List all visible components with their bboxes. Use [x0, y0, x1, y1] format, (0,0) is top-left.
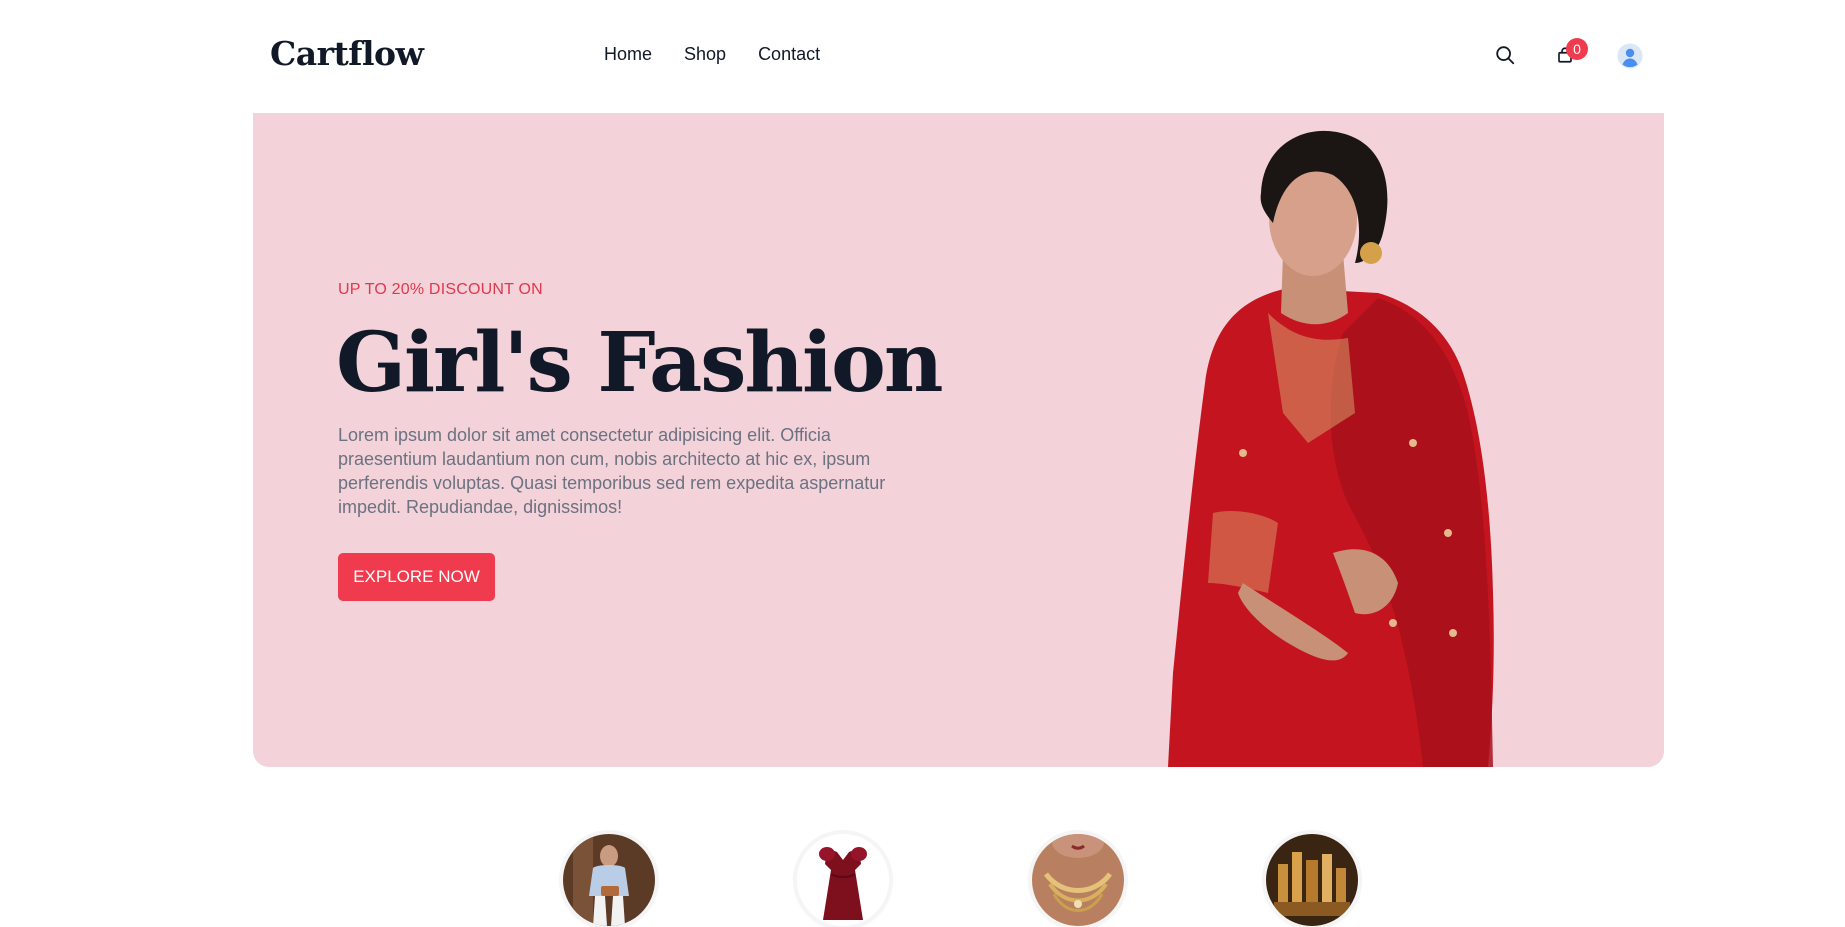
hero-banner: UP TO 20% DISCOUNT ON Girl's Fashion Lor…	[253, 113, 1664, 767]
casual-wear-icon	[563, 834, 655, 926]
brand-logo[interactable]: Cartflow	[270, 34, 424, 73]
hero-description: Lorem ipsum dolor sit amet consectetur a…	[338, 425, 886, 517]
cart-button[interactable]: 0	[1552, 38, 1588, 68]
jewelry-icon	[1032, 834, 1124, 926]
category-casual-wear[interactable]	[563, 834, 655, 926]
explore-now-button[interactable]: EXPLORE NOW	[338, 553, 495, 601]
search-button[interactable]	[1492, 42, 1518, 68]
site-header: Cartflow Home Shop Contact 0	[252, 0, 1665, 112]
nav-home[interactable]: Home	[604, 44, 652, 65]
dress-icon	[797, 834, 889, 926]
user-account-button[interactable]	[1617, 43, 1643, 69]
nav-contact[interactable]: Contact	[758, 44, 820, 65]
category-cosmetics[interactable]	[1266, 834, 1358, 926]
nav-shop[interactable]: Shop	[684, 44, 726, 65]
hero-title: Girl's Fashion	[336, 315, 943, 411]
main-nav: Home Shop Contact	[604, 44, 820, 65]
category-jewelry[interactable]	[1032, 834, 1124, 926]
cosmetics-icon	[1266, 834, 1358, 926]
user-avatar-icon	[1617, 43, 1643, 69]
hero-model-image	[1168, 130, 1494, 767]
search-icon	[1496, 46, 1515, 65]
category-dresses[interactable]	[797, 834, 889, 926]
hero-eyebrow: UP TO 20% DISCOUNT ON	[338, 281, 543, 298]
cart-count-badge: 0	[1566, 38, 1588, 60]
